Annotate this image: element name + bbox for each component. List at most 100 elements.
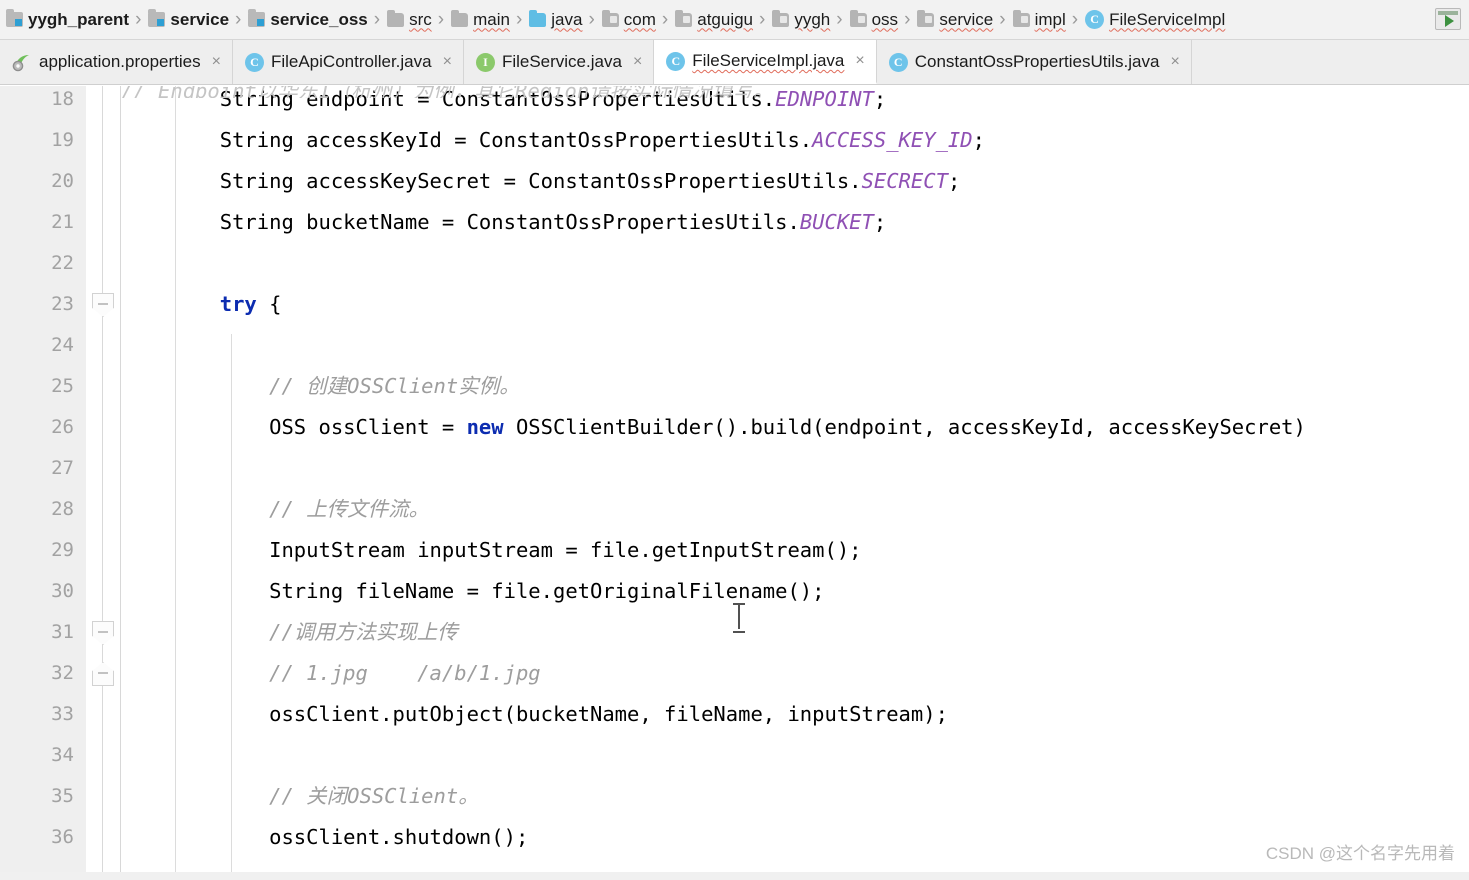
fold-marker-down[interactable] — [92, 621, 114, 645]
tab-fileservice-java[interactable]: I FileService.java × — [463, 40, 655, 84]
breadcrumb-separator: › — [515, 8, 523, 30]
breadcrumb-item-yygh[interactable]: yygh — [770, 5, 832, 35]
line-number: 21 — [51, 211, 74, 233]
line-number: 34 — [51, 744, 74, 766]
tab-constantosspropertiesutils-java[interactable]: C ConstantOssPropertiesUtils.java × — [876, 40, 1192, 84]
code-token: String accessKeySecret = ConstantOssProp… — [121, 169, 862, 193]
code-line[interactable]: ossClient.shutdown(); — [121, 817, 528, 858]
close-icon[interactable]: × — [855, 52, 864, 70]
line-number: 32 — [51, 662, 74, 684]
code-line[interactable]: String fileName = file.getOriginalFilena… — [121, 571, 825, 612]
breadcrumb-item-java[interactable]: java — [527, 5, 584, 35]
breadcrumb-item-label: service_oss — [270, 9, 368, 29]
folder-icon — [387, 9, 405, 27]
breadcrumb-separator: › — [904, 8, 911, 30]
close-icon[interactable]: × — [212, 53, 221, 71]
breadcrumb-item-label: service — [170, 9, 230, 29]
interface-icon: I — [475, 52, 495, 72]
breadcrumb-item-fileserviceimpl[interactable]: C FileServiceImpl — [1083, 5, 1227, 35]
code-folding-column[interactable] — [86, 86, 120, 880]
tab-label: application.properties — [39, 52, 201, 71]
fold-marker-up[interactable] — [92, 662, 114, 686]
code-token: String bucketName = ConstantOssPropertie… — [121, 210, 800, 234]
breadcrumb-item-service_oss[interactable]: service_oss — [246, 5, 369, 35]
code-token: // 关闭OSSClient。 — [121, 784, 479, 808]
line-number: 20 — [51, 170, 74, 192]
code-token: new — [466, 415, 504, 439]
breadcrumb-separator: › — [1071, 8, 1079, 30]
code-line[interactable]: InputStream inputStream = file.getInputS… — [121, 530, 861, 571]
code-token: BUCKET — [799, 210, 874, 234]
code-line[interactable]: String bucketName = ConstantOssPropertie… — [121, 202, 886, 243]
tab-fileapicontroller-java[interactable]: C FileApiController.java × — [232, 40, 464, 84]
code-token: ACCESS_KEY_ID — [812, 128, 973, 152]
breadcrumb-separator: › — [373, 8, 381, 30]
code-line[interactable]: // 关闭OSSClient。 — [121, 776, 479, 817]
code-token: OSS ossClient = — [121, 415, 467, 439]
line-number: 36 — [51, 826, 74, 848]
code-line[interactable]: //调用方法实现上传 — [121, 612, 458, 653]
class-icon: C — [1085, 10, 1105, 29]
code-token: // 上传文件流。 — [121, 497, 430, 521]
code-text[interactable]: String endpoint = ConstantOssPropertiesU… — [121, 86, 1469, 880]
breadcrumb-item-service[interactable]: service — [146, 5, 231, 35]
breadcrumb-item-oss[interactable]: oss — [848, 5, 900, 35]
package-icon — [1012, 9, 1030, 27]
breadcrumb-item-src[interactable]: src — [385, 5, 434, 35]
code-token: ossClient.putObject(bucketName, fileName… — [121, 702, 948, 726]
class-icon: C — [666, 51, 686, 71]
breadcrumb-separator: › — [661, 8, 669, 30]
breadcrumb-item-impl[interactable]: impl — [1011, 5, 1068, 35]
breadcrumb: yygh_parent › service › service_oss › src › main… — [0, 0, 1469, 40]
package-icon — [675, 9, 693, 27]
run-icon[interactable] — [1435, 8, 1461, 30]
code-token: // 创建OSSClient实例。 — [121, 374, 520, 398]
code-line[interactable]: String accessKeyId = ConstantOssProperti… — [121, 120, 985, 161]
breadcrumb-item-label: yygh_parent — [28, 9, 130, 29]
code-token: ; — [873, 210, 887, 234]
code-line[interactable]: try { — [121, 284, 282, 325]
code-token: ; — [972, 128, 985, 152]
close-icon[interactable]: × — [633, 53, 642, 71]
line-number: 19 — [51, 129, 74, 151]
breadcrumb-item-service[interactable]: service — [915, 5, 995, 35]
line-number: 28 — [51, 498, 74, 520]
code-line[interactable]: String accessKeySecret = ConstantOssProp… — [121, 161, 961, 202]
breadcrumb-item-label: atguigu — [697, 9, 754, 29]
line-number: 25 — [51, 375, 74, 397]
close-icon[interactable]: × — [443, 53, 452, 71]
code-token: //调用方法实现上传 — [121, 620, 458, 644]
breadcrumb-item-main[interactable]: main — [449, 5, 512, 35]
code-line[interactable]: ossClient.putObject(bucketName, fileName… — [121, 694, 948, 735]
mouse-cursor-ibeam — [733, 603, 745, 633]
line-number: 35 — [51, 785, 74, 807]
folding-guide-line — [102, 86, 103, 880]
tab-application-properties[interactable]: application.properties × — [0, 40, 233, 84]
breadcrumb-item-label: service — [939, 9, 994, 29]
code-token: ossClient.shutdown(); — [121, 825, 529, 849]
breadcrumb-item-com[interactable]: com — [600, 5, 658, 35]
class-icon: C — [244, 52, 264, 72]
breadcrumb-separator: › — [235, 8, 242, 30]
tab-label: FileService.java — [501, 52, 622, 71]
code-line[interactable]: // 创建OSSClient实例。 — [121, 366, 520, 407]
tab-label: FileApiController.java — [270, 52, 432, 71]
code-token: ; — [947, 169, 961, 193]
code-line[interactable]: // 1.jpg /a/b/1.jpg — [121, 653, 541, 694]
breadcrumb-item-yygh_parent[interactable]: yygh_parent — [4, 5, 131, 35]
tab-label: ConstantOssPropertiesUtils.java — [914, 52, 1160, 71]
breadcrumb-item-label: impl — [1034, 9, 1066, 29]
code-line[interactable]: // 上传文件流。 — [121, 489, 429, 530]
code-token: String fileName = file.getOriginalFilena… — [121, 579, 825, 603]
close-icon[interactable]: × — [1170, 53, 1179, 71]
tab-fileserviceimpl-java[interactable]: C FileServiceImpl.java × — [654, 40, 877, 84]
breadcrumb-separator: › — [999, 8, 1006, 30]
code-editor[interactable]: 18 19 20 21 22 23 24 25 26 27 28 29 30 31 32 33 34 35 36 S… — [0, 86, 1469, 880]
fold-marker-down[interactable] — [92, 293, 114, 317]
code-token: String accessKeyId = ConstantOssProperti… — [121, 128, 813, 152]
breadcrumb-item-atguigu[interactable]: atguigu — [673, 5, 755, 35]
breadcrumb-item-label: main — [473, 9, 510, 29]
code-line[interactable]: OSS ossClient = new OSSClientBuilder().b… — [121, 407, 1306, 448]
editor-bottom-strip — [0, 872, 1469, 880]
breadcrumb-separator: › — [759, 8, 766, 30]
